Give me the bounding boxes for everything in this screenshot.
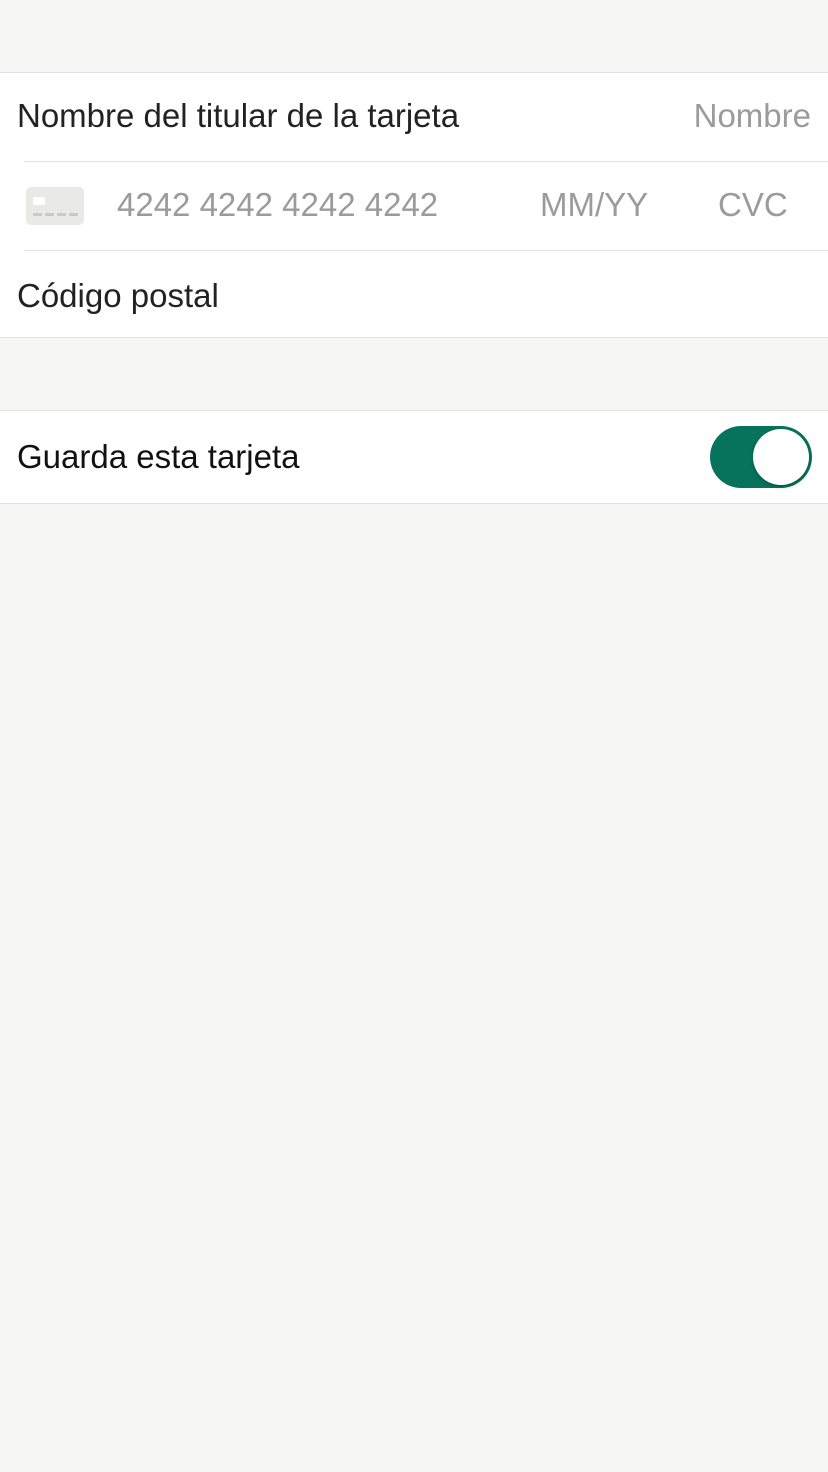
card-details-section: Nombre del titular de la tarjeta Nombre … <box>0 72 828 338</box>
postal-code-row[interactable]: Código postal <box>0 251 828 338</box>
credit-card-icon <box>26 187 84 225</box>
save-card-section: Guarda esta tarjeta <box>0 410 828 504</box>
add-card-screen: Nombre del titular de la tarjeta Nombre … <box>0 0 828 1472</box>
save-card-row: Guarda esta tarjeta <box>0 411 828 503</box>
cardholder-name-input[interactable]: Nombre <box>694 97 811 135</box>
toggle-knob <box>753 429 809 485</box>
card-number-row: 4242 4242 4242 4242 MM/YY CVC <box>0 162 828 250</box>
postal-code-label: Código postal <box>17 277 219 314</box>
save-card-toggle[interactable] <box>710 426 812 488</box>
card-number-input[interactable]: 4242 4242 4242 4242 <box>117 186 438 224</box>
expiry-input[interactable]: MM/YY <box>540 186 648 224</box>
postal-code-input[interactable] <box>300 277 811 317</box>
save-card-label: Guarda esta tarjeta <box>17 438 300 475</box>
cardholder-row[interactable]: Nombre del titular de la tarjeta Nombre <box>0 73 828 161</box>
cardholder-label: Nombre del titular de la tarjeta <box>17 97 460 134</box>
cvc-input[interactable]: CVC <box>718 186 788 224</box>
